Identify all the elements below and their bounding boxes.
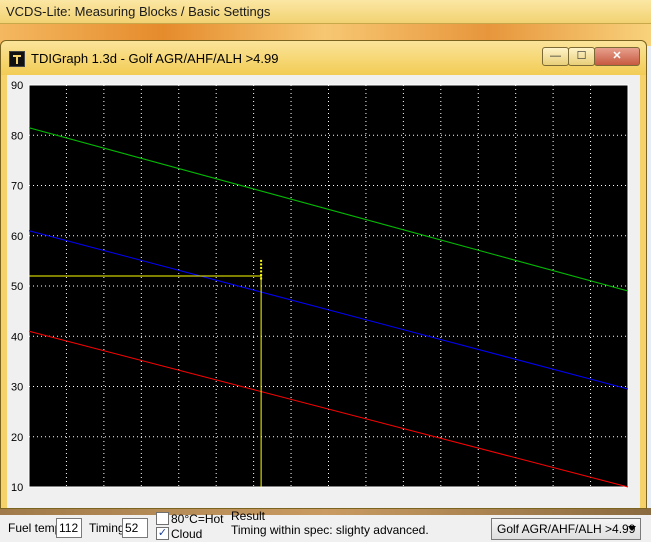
- x-tick-label: 130: [319, 495, 337, 496]
- result-text: Timing within spec: slighty advanced.: [231, 523, 429, 537]
- cloud-checkbox-label: Cloud: [171, 527, 203, 541]
- x-tick-label: 180: [507, 495, 525, 496]
- cloud-checkbox[interactable]: ✓: [156, 527, 169, 540]
- x-tick-label: 90: [173, 495, 185, 496]
- engine-select[interactable]: Golf AGR/AHF/ALH >4.99: [491, 518, 641, 540]
- timing-label: Timing: [89, 521, 125, 535]
- tdigraph-window: TDIGraph 1.3d - Golf AGR/AHF/ALH >4.99 —…: [0, 40, 647, 542]
- x-tick-label: 210: [619, 495, 637, 496]
- y-tick-label: 20: [11, 432, 23, 444]
- cloud-point: [260, 277, 263, 280]
- y-tick-label: 60: [11, 231, 23, 243]
- result-label: Result: [231, 509, 266, 523]
- cloud-point: [260, 263, 263, 266]
- minimize-button[interactable]: —: [542, 47, 569, 66]
- timing-chart-svg: 10 20 30 40 50 60 70 80 90 50 60 70 80 90 100 110 120 130…: [11, 80, 637, 496]
- cloud-point: [260, 266, 263, 269]
- x-tick-label: 170: [469, 495, 487, 496]
- dropdown-arrow-icon: [628, 526, 636, 531]
- x-tick-label: 150: [394, 495, 412, 496]
- maximize-button[interactable]: ☐: [568, 47, 595, 66]
- x-tick-label: 140: [357, 495, 375, 496]
- app-icon: [9, 51, 25, 67]
- y-tick-label: 10: [11, 482, 23, 494]
- x-tick-label: 70: [98, 495, 110, 496]
- timing-chart: 10 20 30 40 50 60 70 80 90 50 60 70 80 90 100 110 120 130…: [7, 80, 640, 496]
- y-tick-label: 70: [11, 181, 23, 193]
- window-titlebar[interactable]: TDIGraph 1.3d - Golf AGR/AHF/ALH >4.99 —…: [1, 41, 646, 75]
- x-tick-label: 80: [135, 495, 147, 496]
- cloud-point: [260, 273, 263, 276]
- y-tick-label: 90: [11, 80, 23, 92]
- background-bottom-strip: [0, 508, 651, 515]
- timing-input[interactable]: 52: [122, 518, 148, 538]
- x-tick-label: 160: [432, 495, 450, 496]
- window-title: TDIGraph 1.3d - Golf AGR/AHF/ALH >4.99: [31, 51, 279, 66]
- x-tick-label: 50: [23, 495, 35, 496]
- hot-checkbox-label: 80°C=Hot: [171, 512, 224, 526]
- x-tick-label: 200: [581, 495, 599, 496]
- cloud-point: [260, 270, 263, 273]
- cloud-point: [260, 259, 263, 262]
- background-window-title: VCDS-Lite: Measuring Blocks / Basic Sett…: [6, 4, 271, 19]
- y-tick-label: 80: [11, 130, 23, 142]
- x-tick-label: 110: [245, 495, 263, 496]
- background-titlebar: VCDS-Lite: Measuring Blocks / Basic Sett…: [0, 0, 651, 24]
- window-client-area: 10 20 30 40 50 60 70 80 90 50 60 70 80 90 100 110 120 130…: [7, 75, 641, 542]
- close-button[interactable]: ✕: [594, 47, 640, 66]
- fuel-temp-input[interactable]: 112: [56, 518, 82, 538]
- y-tick-label: 30: [11, 382, 23, 394]
- engine-select-value: Golf AGR/AHF/ALH >4.99: [497, 522, 636, 536]
- y-tick-label: 40: [11, 331, 23, 343]
- fuel-temp-label: Fuel temp: [8, 521, 62, 535]
- x-tick-label: 120: [282, 495, 300, 496]
- hot-checkbox[interactable]: [156, 512, 169, 525]
- x-tick-label: 100: [207, 495, 225, 496]
- y-tick-label: 50: [11, 281, 23, 293]
- x-tick-label: 60: [60, 495, 72, 496]
- x-tick-label: 190: [544, 495, 562, 496]
